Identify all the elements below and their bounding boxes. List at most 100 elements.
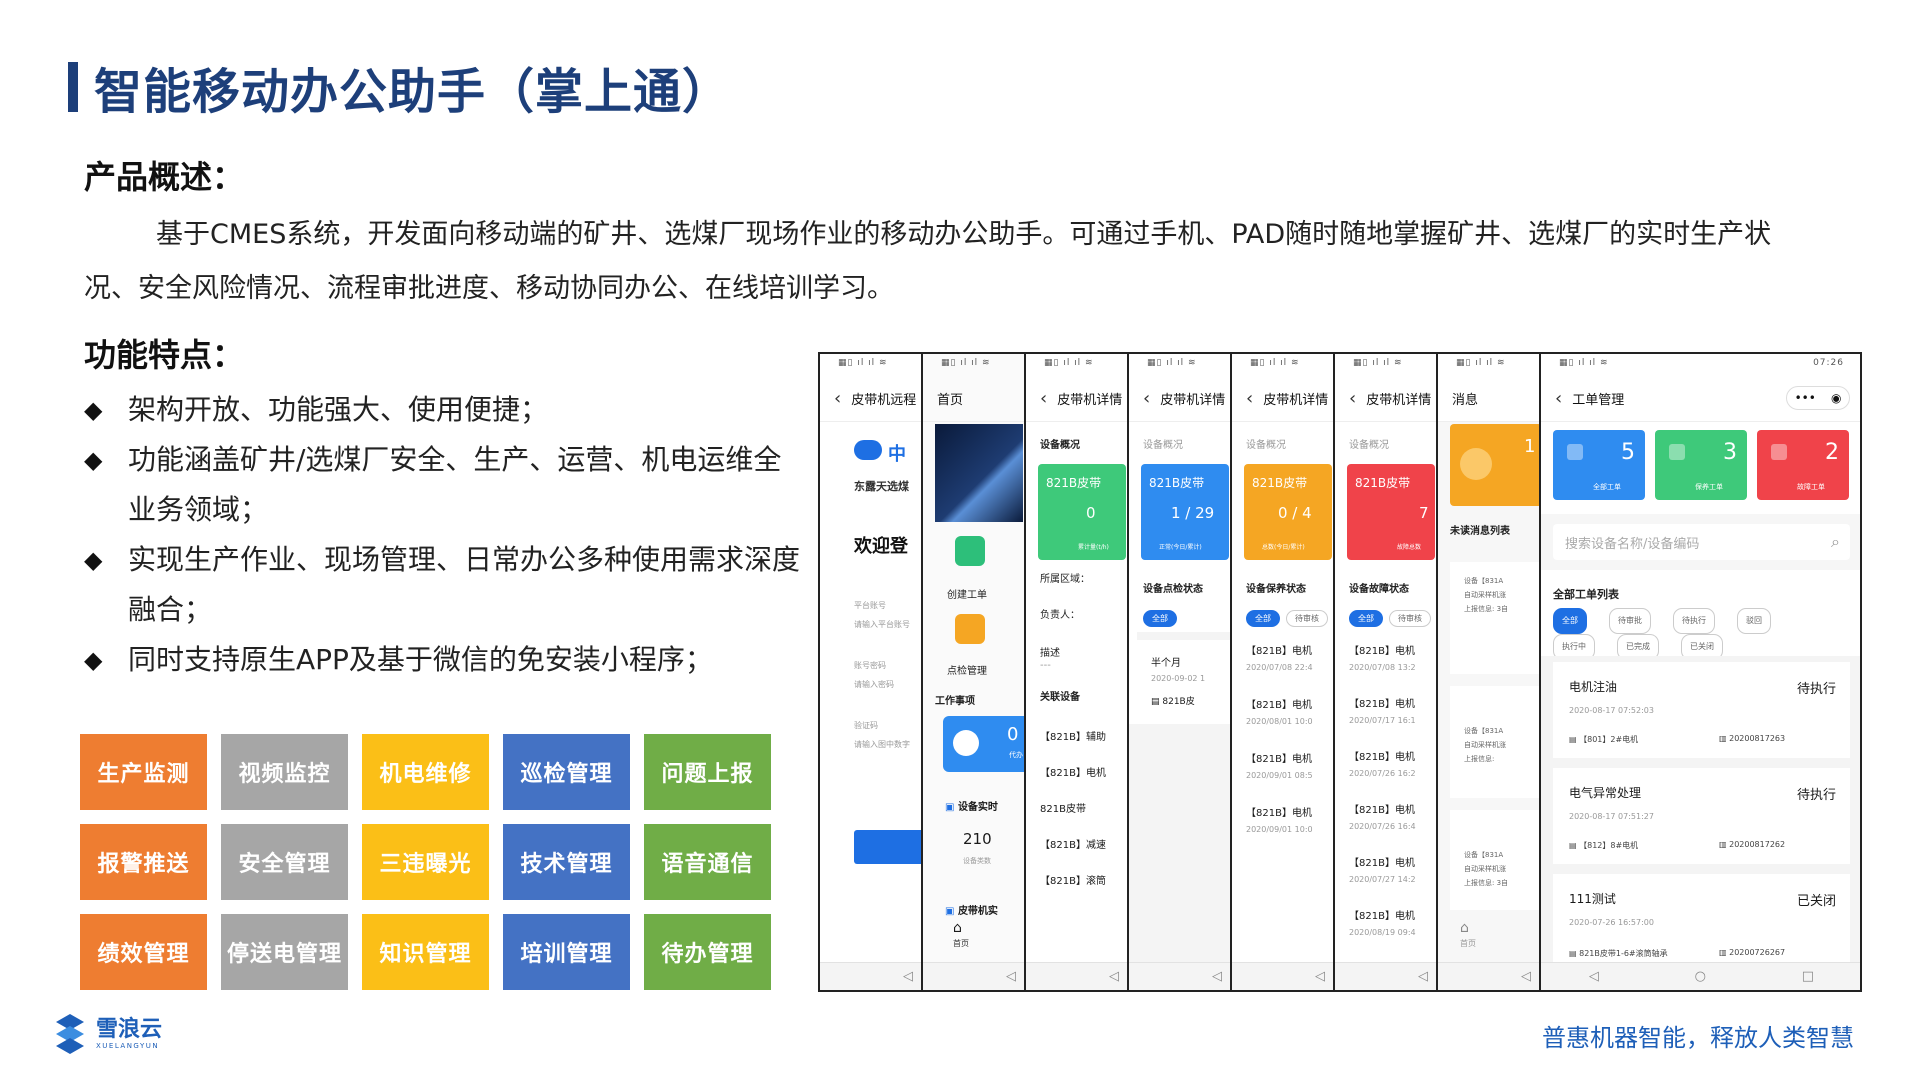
module-tile[interactable]: 知识管理 — [362, 914, 489, 990]
related-item[interactable]: 821B皮带 — [1040, 792, 1106, 828]
related-item[interactable]: 【821B】滚筒 — [1040, 864, 1106, 900]
related-item[interactable]: 【821B】减速 — [1040, 828, 1106, 864]
message-card[interactable]: 设备【831A 自动采样机涨 上报信息: 3自 — [1450, 810, 1539, 910]
module-tile[interactable]: 视频监控 — [221, 734, 348, 810]
back-triangle-icon[interactable]: ◁ — [1109, 969, 1119, 984]
belt-label: 皮带机实 — [957, 906, 998, 917]
password-field[interactable]: 账号密码 请输入密码 — [854, 660, 894, 690]
tab-overview[interactable]: 设备概况 — [1246, 436, 1286, 451]
home-tab-label: 首页 — [953, 939, 969, 948]
back-icon[interactable]: ‹ — [1349, 388, 1356, 409]
module-tile[interactable]: 待办管理 — [644, 914, 771, 990]
recents-square-icon[interactable]: □ — [1802, 969, 1814, 984]
module-tile[interactable]: 巡检管理 — [503, 734, 630, 810]
order-name: 电机注油 — [1569, 680, 1618, 694]
more-icon[interactable]: ••• — [1795, 391, 1816, 405]
list-item[interactable]: 【821B】电机 2020/09/01 08:5 — [1246, 750, 1313, 804]
list-item[interactable]: 【821B】电机 2020/08/19 09:4 — [1349, 907, 1416, 960]
filter-pill[interactable]: 全部 — [1553, 608, 1587, 634]
unread-card[interactable]: 1 — [1450, 424, 1539, 506]
message-card[interactable]: 设备【831A 自动采样机涨 上报信息: 3自 — [1450, 562, 1539, 674]
stat-card-maintenance[interactable]: 3 保养工单 — [1655, 430, 1747, 500]
msg-line: 上报信息: 3自 — [1464, 605, 1509, 613]
status-bar: ▦▯ ıl ıl ≋ — [1353, 358, 1403, 368]
back-triangle-icon[interactable]: ◁ — [903, 969, 913, 984]
item-date: 2020/07/26 16:2 — [1349, 769, 1416, 778]
nav-bar: ‹ 皮带机详情 — [1335, 376, 1436, 422]
feature-item: 实现生产作业、现场管理、日常办公多种使用需求深度融合； — [84, 535, 804, 635]
filter-pill[interactable]: 待审批 — [1609, 608, 1651, 634]
filter-pill[interactable]: 全部 — [1246, 610, 1280, 627]
login-button[interactable] — [854, 830, 921, 864]
module-tile[interactable]: 技术管理 — [503, 824, 630, 900]
module-tile[interactable]: 停送电管理 — [221, 914, 348, 990]
module-tile[interactable]: 问题上报 — [644, 734, 771, 810]
module-tile[interactable]: 生产监测 — [80, 734, 207, 810]
related-item[interactable]: 【821B】辅助 — [1040, 720, 1106, 756]
filter-pill[interactable]: 待执行 — [1673, 608, 1715, 634]
back-icon[interactable]: ‹ — [1555, 388, 1562, 409]
page-title: 智能移动办公助手（掌上通） — [94, 64, 732, 120]
filter-pill[interactable]: 待审核 — [1389, 610, 1431, 627]
home-circle-icon[interactable]: ○ — [1695, 969, 1706, 984]
list-item[interactable]: 【821B】电机 2020/07/08 13:2 — [1349, 642, 1416, 695]
back-triangle-icon[interactable]: ◁ — [1589, 969, 1599, 984]
list-item[interactable]: 【821B】电机 2020/09/01 10:0 — [1246, 804, 1313, 858]
stat-card-fault[interactable]: 2 故障工单 — [1757, 430, 1849, 500]
back-icon[interactable]: ‹ — [834, 388, 841, 409]
filter-pill[interactable]: 全部 — [1349, 610, 1383, 627]
captcha-field[interactable]: 验证码 请输入图中数字 — [854, 720, 910, 750]
module-tile[interactable]: 报警推送 — [80, 824, 207, 900]
mini-program-capsule[interactable]: ••• ◉ — [1786, 386, 1850, 410]
tab-overview[interactable]: 设备概况 — [1349, 436, 1389, 451]
module-tile[interactable]: 安全管理 — [221, 824, 348, 900]
module-tile[interactable]: 绩效管理 — [80, 914, 207, 990]
list-item[interactable]: 【821B】电机 2020/07/08 22:4 — [1246, 642, 1313, 696]
filter-pill[interactable]: 驳回 — [1737, 608, 1771, 634]
module-tile[interactable]: 三违曝光 — [362, 824, 489, 900]
tab-overview[interactable]: 设备概况 — [1040, 436, 1080, 451]
phone-fault-status: ▦▯ ıl ıl ≋ ‹ 皮带机详情 设备概况 821B皮带 7 故障总数 设备故… — [1335, 354, 1438, 990]
inspection-icon[interactable] — [955, 614, 985, 644]
search-icon[interactable]: ⌕ — [1831, 532, 1840, 552]
filter-pill[interactable]: 全部 — [1143, 610, 1177, 627]
home-icon[interactable]: ⌂ — [953, 920, 962, 936]
stat-card-all[interactable]: 5 全部工单 — [1553, 430, 1645, 500]
search-input[interactable]: 搜索设备名称/设备编码 ⌕ — [1553, 524, 1850, 560]
list-item[interactable]: 【821B】电机 2020/07/17 16:1 — [1349, 695, 1416, 748]
back-triangle-icon[interactable]: ◁ — [1521, 969, 1531, 984]
clock-icon — [1460, 448, 1492, 480]
back-triangle-icon[interactable]: ◁ — [1006, 969, 1016, 984]
back-icon[interactable]: ‹ — [1143, 388, 1150, 409]
tab-overview[interactable]: 设备概况 — [1143, 436, 1183, 451]
stat-num: 2 — [1825, 440, 1839, 465]
list-item[interactable]: 【821B】电机 2020/08/01 10:0 — [1246, 696, 1313, 750]
nav-title: 皮带机详情 — [1057, 393, 1123, 408]
inspection-item[interactable]: 半个月 2020-09-02 1 ▤ 821B皮 — [1137, 632, 1230, 707]
module-tile[interactable]: 培训管理 — [503, 914, 630, 990]
module-tile[interactable]: 语音通信 — [644, 824, 771, 900]
features-heading: 功能特点： — [84, 336, 245, 374]
list-item[interactable]: 【821B】电机 2020/07/27 14:2 — [1349, 854, 1416, 907]
list-item[interactable]: 【821B】电机 2020/07/26 16:2 — [1349, 748, 1416, 801]
back-triangle-icon[interactable]: ◁ — [1212, 969, 1222, 984]
back-icon[interactable]: ‹ — [1040, 388, 1047, 409]
create-order-icon[interactable] — [955, 536, 985, 566]
back-triangle-icon[interactable]: ◁ — [1315, 969, 1325, 984]
todo-card[interactable]: 0 代办 — [943, 716, 1024, 772]
related-item[interactable]: 【821B】电机 — [1040, 756, 1106, 792]
close-target-icon[interactable]: ◉ — [1831, 391, 1841, 405]
account-field[interactable]: 平台账号 请输入平台账号 — [854, 600, 910, 630]
filter-pill[interactable]: 待审核 — [1286, 610, 1328, 627]
back-icon[interactable]: ‹ — [1246, 388, 1253, 409]
list-item[interactable]: 【821B】电机 2020/07/26 16:4 — [1349, 801, 1416, 854]
message-card[interactable]: 设备【831A 自动采样机涨 上报信息: — [1450, 686, 1539, 798]
desc-label: 描述 — [1040, 648, 1060, 659]
home-icon[interactable]: ⌂ — [1460, 920, 1469, 936]
back-triangle-icon[interactable]: ◁ — [1418, 969, 1428, 984]
order-card[interactable]: 111测试 已关闭 2020-07-26 16:57:00 ▤ 821B皮带1-… — [1553, 874, 1850, 962]
item-date: 2020/07/08 22:4 — [1246, 663, 1313, 672]
module-tile[interactable]: 机电维修 — [362, 734, 489, 810]
order-card[interactable]: 电机注油 待执行 2020-08-17 07:52:03 ▤ 【801】2#电机… — [1553, 662, 1850, 758]
order-card[interactable]: 电气异常处理 待执行 2020-08-17 07:51:27 ▤ 【812】8#… — [1553, 768, 1850, 864]
